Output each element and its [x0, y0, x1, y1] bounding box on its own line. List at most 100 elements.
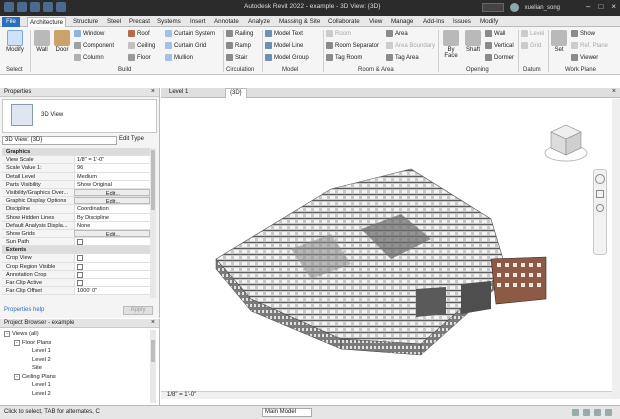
close-icon[interactable]: ×	[151, 88, 155, 95]
property-value[interactable]: 1000' 0"	[74, 287, 150, 295]
expand-toggle-icon[interactable]: -	[14, 339, 20, 346]
browser-node[interactable]: - Floor Plans	[2, 339, 150, 348]
tab-issues[interactable]: Issues	[451, 17, 473, 27]
shaft-button[interactable]: Shaft	[463, 30, 483, 53]
view-scale[interactable]: 1/8" = 1'-0"	[167, 392, 196, 398]
tag-room-button[interactable]: Tag Room	[326, 54, 362, 61]
property-value[interactable]: None	[74, 221, 150, 229]
select-links-icon[interactable]	[583, 409, 590, 416]
ramp-button[interactable]: Ramp	[226, 42, 251, 49]
tab-analyze[interactable]: Analyze	[246, 17, 272, 27]
curtain-system-button[interactable]: Curtain System	[165, 30, 215, 37]
close-icon[interactable]: ×	[612, 88, 616, 95]
wall-button[interactable]: Wall	[33, 30, 51, 53]
tab-massing-site[interactable]: Massing & Site	[277, 17, 322, 27]
minimize-icon[interactable]: –	[586, 2, 590, 11]
by-face-button[interactable]: By Face	[441, 30, 461, 59]
tab-level-1[interactable]: Level 1	[165, 88, 192, 98]
checkbox[interactable]	[77, 239, 83, 246]
user-name[interactable]: xuelian_song	[525, 5, 560, 11]
property-value[interactable]: Show Original	[74, 180, 150, 188]
browser-node[interactable]: Level 2	[2, 390, 150, 399]
dormer-button[interactable]: Dormer	[485, 54, 514, 61]
tab-insert[interactable]: Insert	[188, 17, 207, 27]
scrollbar-thumb[interactable]	[151, 150, 155, 210]
view-scrollbar[interactable]	[612, 99, 620, 399]
save-icon[interactable]	[30, 2, 40, 12]
steering-wheel-icon[interactable]	[595, 174, 605, 184]
viewer-button[interactable]: Viewer	[571, 54, 598, 61]
viewcube-icon[interactable]	[543, 119, 589, 163]
mullion-button[interactable]: Mullion	[165, 54, 193, 61]
property-group[interactable]: Extents	[2, 246, 150, 255]
checkbox[interactable]	[77, 280, 83, 286]
property-value[interactable]: 1/8" = 1'-0"	[74, 156, 150, 164]
redo-icon[interactable]	[56, 2, 66, 12]
railing-button[interactable]: Railing	[226, 30, 253, 37]
stair-button[interactable]: Stair	[226, 54, 247, 61]
tab-3d-view[interactable]: {3D}	[225, 88, 247, 98]
property-checkbox-cell[interactable]	[74, 254, 150, 262]
drawing-area[interactable]	[161, 99, 612, 390]
close-icon[interactable]: ×	[611, 2, 616, 11]
checkbox[interactable]	[77, 255, 83, 262]
tab-architecture[interactable]: Architecture	[27, 17, 67, 27]
browser-node[interactable]: - Ceiling Plans	[2, 373, 150, 382]
ref-plane-button[interactable]: Ref. Plane	[571, 42, 608, 49]
user-icon[interactable]	[509, 3, 519, 12]
window-button[interactable]: Window	[74, 30, 104, 37]
workset-dropdown[interactable]: Main Model	[262, 408, 312, 417]
property-value[interactable]: Medium	[74, 172, 150, 180]
property-value[interactable]: Coordination	[74, 205, 150, 213]
room-button[interactable]: Room	[326, 30, 351, 37]
revit-logo-icon[interactable]	[4, 2, 14, 12]
tab-systems[interactable]: Systems	[155, 17, 183, 27]
area-boundary-button[interactable]: Area Boundary	[386, 42, 435, 49]
browser-node[interactable]: Level 2	[2, 356, 150, 365]
checkbox[interactable]	[77, 263, 83, 270]
open-icon[interactable]	[17, 2, 27, 12]
modify-button[interactable]: Modify	[4, 30, 26, 53]
expand-toggle-icon[interactable]: -	[4, 331, 10, 338]
property-value[interactable]: 96	[74, 164, 150, 172]
tab-manage[interactable]: Manage	[389, 17, 415, 27]
browser-node[interactable]: Level 1	[2, 347, 150, 356]
vertical-button[interactable]: Vertical	[485, 42, 514, 49]
edit-button[interactable]: Edit...	[74, 197, 150, 205]
properties-help-link[interactable]: Properties help	[4, 307, 44, 313]
browser-node[interactable]: Site	[2, 364, 150, 373]
search-input[interactable]	[481, 3, 504, 12]
instance-dropdown[interactable]: 3D View: {3D}	[2, 136, 117, 145]
show-button[interactable]: Show	[571, 30, 595, 37]
scrollbar-thumb[interactable]	[151, 340, 155, 362]
property-checkbox-cell[interactable]	[74, 262, 150, 270]
filter-icon[interactable]	[572, 409, 579, 416]
model-text-button[interactable]: Model Text	[265, 30, 303, 37]
grid-button[interactable]: Grid	[521, 42, 541, 49]
close-icon[interactable]: ×	[151, 319, 155, 326]
zoom-icon[interactable]	[596, 190, 604, 198]
roof-button[interactable]: Roof	[128, 30, 150, 37]
property-checkbox-cell[interactable]	[74, 279, 150, 287]
browser-node[interactable]: - Views (all)	[2, 330, 150, 339]
level-button[interactable]: Level	[521, 30, 544, 37]
edit-button[interactable]: Edit...	[74, 188, 150, 197]
column-button[interactable]: Column	[74, 54, 104, 61]
tab-structure[interactable]: Structure	[71, 17, 100, 27]
tab-annotate[interactable]: Annotate	[212, 17, 241, 27]
tag-area-button[interactable]: Tag Area	[386, 54, 419, 61]
room-separator-button[interactable]: Room Separator	[326, 42, 379, 49]
component-button[interactable]: Component	[74, 42, 114, 49]
wall-opening-button[interactable]: Wall	[485, 30, 505, 37]
properties-scrollbar[interactable]	[150, 148, 156, 298]
tab-precast[interactable]: Precast	[127, 17, 152, 27]
tab-view[interactable]: View	[367, 17, 384, 27]
browser-node[interactable]: Level 1	[2, 381, 150, 390]
type-selector[interactable]: 3D View	[2, 99, 157, 133]
maximize-icon[interactable]: □	[598, 2, 603, 11]
curtain-grid-button[interactable]: Curtain Grid	[165, 42, 206, 49]
select-pinned-icon[interactable]	[605, 409, 612, 416]
tab-file[interactable]: File	[2, 17, 20, 27]
tab-add-ins[interactable]: Add-Ins	[421, 17, 446, 27]
area-button[interactable]: Area	[386, 30, 408, 37]
